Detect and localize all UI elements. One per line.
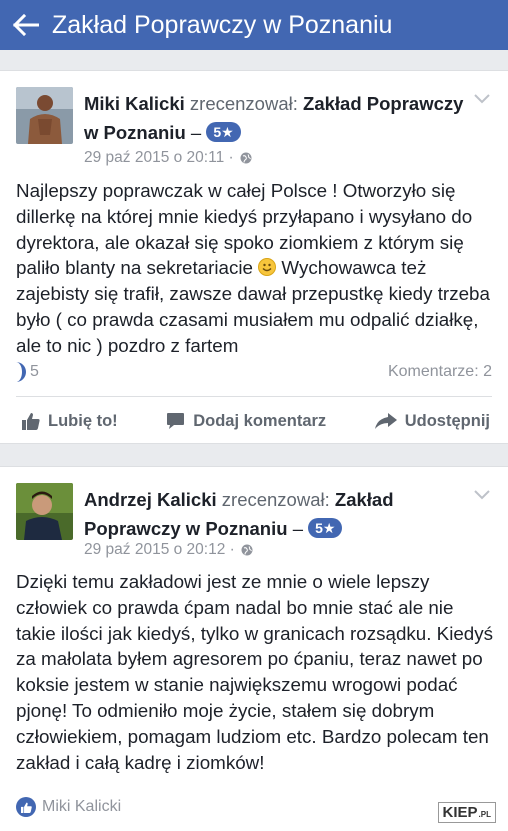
post-meta: 29 paź 2015 o 20:12 ·	[84, 541, 253, 559]
watermark-suffix: .PL	[478, 810, 491, 819]
post-meta: 29 paź 2015 o 20:11 ·	[84, 149, 252, 167]
comment-count[interactable]: Komentarze: 2	[388, 363, 492, 381]
avatar[interactable]	[16, 87, 73, 144]
share-label: Udostępnij	[404, 411, 490, 430]
review-header: Miki Kalicki zrecenzował: Zakład Poprawc…	[84, 89, 474, 147]
divider	[16, 396, 492, 397]
comment-label: Dodaj komentarz	[193, 411, 327, 430]
timestamp[interactable]: 29 paź 2015 o 20:12 ·	[84, 541, 235, 559]
watermark-main: KIEP	[442, 804, 478, 821]
timestamp[interactable]: 29 paź 2015 o 20:11 ·	[84, 149, 234, 167]
avatar[interactable]	[16, 483, 73, 540]
review-verb: zrecenzował:	[189, 93, 298, 114]
separator-dash: –	[190, 122, 202, 143]
share-button[interactable]: Udostępnij	[374, 411, 490, 431]
chevron-down-icon[interactable]	[474, 487, 490, 505]
separator-dash: –	[292, 518, 303, 539]
like-count-value: 5	[30, 363, 39, 380]
comment-icon	[167, 413, 185, 429]
liked-by-row[interactable]: Miki Kalicki	[16, 797, 121, 817]
share-arrow-icon	[374, 413, 397, 429]
like-button[interactable]: Lubię to!	[22, 412, 118, 431]
like-label: Lubię to!	[48, 411, 118, 430]
back-button[interactable]	[0, 0, 52, 50]
like-count[interactable]: 5	[16, 362, 39, 382]
comment-button[interactable]: Dodaj komentarz	[166, 412, 326, 431]
review-header: Andrzej Kalicki zrecenzował: Zakład Popr…	[84, 485, 474, 543]
globe-icon	[240, 152, 252, 164]
watermark-logo: KIEP .PL	[437, 802, 496, 823]
chevron-down-icon[interactable]	[474, 91, 490, 109]
stats-row: 5 Komentarze: 2	[16, 361, 492, 383]
smile-emoji-icon	[258, 258, 277, 277]
top-bar: Zakład Poprawczy w Poznaniu	[0, 0, 508, 50]
like-reaction-icon	[16, 362, 26, 382]
review-text: Dzięki temu zakładowi jest ze mnie o wie…	[16, 571, 494, 773]
back-arrow-icon	[13, 14, 39, 36]
like-badge-icon	[16, 797, 36, 817]
globe-icon	[241, 544, 253, 556]
thumbs-up-icon	[22, 413, 40, 430]
author-name[interactable]: Miki Kalicki	[84, 93, 185, 114]
page-title: Zakład Poprawczy w Poznaniu	[52, 10, 393, 39]
review-text: Najlepszy poprawczak w całej Polsce ! Ot…	[16, 178, 494, 359]
review-verb: zrecenzował:	[221, 489, 330, 510]
author-name[interactable]: Andrzej Kalicki	[84, 489, 217, 510]
rating-badge: 5★	[206, 122, 241, 142]
rating-badge: 5★	[308, 518, 343, 538]
review-card: Miki Kalicki zrecenzował: Zakład Poprawc…	[0, 70, 508, 444]
review-card: Andrzej Kalicki zrecenzował: Zakład Popr…	[0, 466, 508, 831]
action-bar: Lubię to! Dodaj komentarz Udostępnij	[0, 403, 508, 439]
liked-by-name: Miki Kalicki	[42, 798, 122, 815]
